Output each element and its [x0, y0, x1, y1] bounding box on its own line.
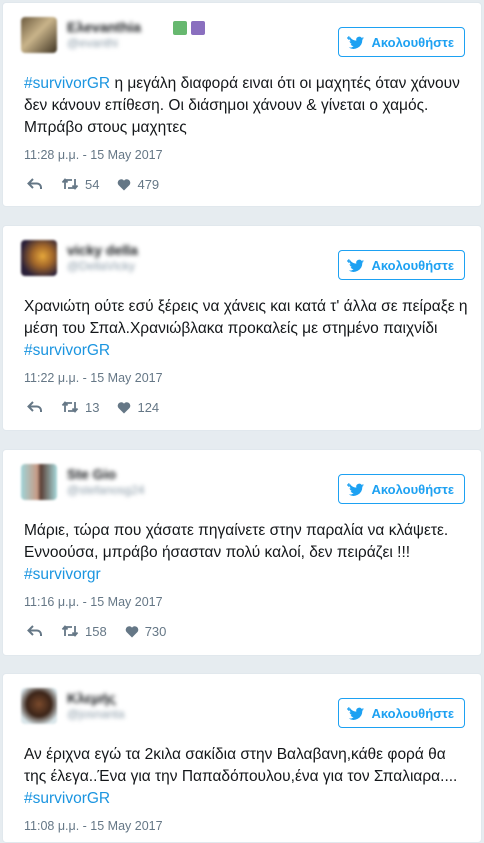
tweet-timestamp[interactable]: 11:28 μ.μ. - 15 May 2017: [24, 148, 163, 162]
retweet-button[interactable]: 54: [61, 177, 99, 192]
tweet-feed: Ελevanthia @evanthi Ακολουθήστε #survivo…: [0, 0, 484, 843]
tweet-actions: 158 730: [27, 622, 184, 640]
retweet-count: 158: [85, 623, 107, 639]
like-button[interactable]: 479: [117, 177, 159, 192]
user-handle[interactable]: @josnanta: [67, 707, 125, 722]
display-name[interactable]: Ste Gio: [67, 466, 145, 483]
tweet-header: Ελevanthia @evanthi Ακολουθήστε: [21, 17, 465, 57]
tweet-card: vicky della @DellaVicky Ακολουθήστε Χραν…: [2, 225, 482, 431]
user-handle[interactable]: @evanthi: [67, 36, 141, 51]
author[interactable]: vicky della @DellaVicky: [67, 242, 138, 274]
retweet-icon: [61, 625, 79, 637]
reply-icon: [27, 178, 42, 189]
follow-button[interactable]: Ακολουθήστε: [338, 27, 465, 57]
follow-label: Ακολουθήστε: [371, 257, 454, 273]
bird-plus-icon: [347, 482, 365, 496]
author[interactable]: Κλεμής @josnanta: [67, 690, 125, 722]
avatar[interactable]: [21, 688, 57, 724]
retweet-button[interactable]: 13: [61, 400, 99, 415]
purple-badge-icon: [191, 21, 205, 35]
bird-plus-icon: [347, 706, 365, 720]
follow-button[interactable]: Ακολουθήστε: [338, 698, 465, 728]
green-badge-icon: [173, 21, 187, 35]
reply-button[interactable]: [27, 624, 43, 638]
retweet-count: 54: [85, 176, 100, 192]
follow-label: Ακολουθήστε: [371, 34, 454, 50]
tweet-card: Ελevanthia @evanthi Ακολουθήστε #survivo…: [2, 2, 482, 207]
tweet-text-body: Αν έριχνα εγώ τα 2κιλα σακίδια στην Βαλα…: [24, 746, 458, 785]
reply-icon: [27, 401, 42, 412]
tweet-text-body: Χρανιώτη ούτε εσύ ξέρεις να χάνεις και κ…: [24, 298, 468, 337]
bird-plus-icon: [347, 35, 365, 49]
retweet-icon: [61, 178, 79, 190]
display-name[interactable]: Κλεμής: [67, 690, 125, 707]
tweet-card: Ste Gio @stefanosg24 Ακολουθήστε Μάριε, …: [2, 449, 482, 656]
tweet-header: vicky della @DellaVicky Ακολουθήστε: [21, 240, 465, 280]
retweet-count: 13: [85, 399, 100, 415]
tweet-header: Κλεμής @josnanta Ακολουθήστε: [21, 688, 465, 728]
author[interactable]: Ελevanthia @evanthi: [67, 19, 141, 51]
avatar[interactable]: [21, 240, 57, 276]
bird-plus-icon: [347, 258, 365, 272]
user-handle[interactable]: @DellaVicky: [67, 259, 138, 274]
hashtag-link[interactable]: #survivorGR: [24, 342, 110, 359]
tweet-actions: 13 124: [27, 398, 177, 416]
tweet-text-body: Μάριε, τώρα που χάσατε πηγαίνετε στην πα…: [24, 522, 449, 561]
avatar[interactable]: [21, 464, 57, 500]
display-name[interactable]: vicky della: [67, 242, 138, 259]
reply-button[interactable]: [27, 400, 43, 414]
hashtag-link[interactable]: #survivorGR: [24, 790, 110, 807]
avatar[interactable]: [21, 17, 57, 53]
follow-button[interactable]: Ακολουθήστε: [338, 250, 465, 280]
author[interactable]: Ste Gio @stefanosg24: [67, 466, 145, 498]
tweet-text: Μάριε, τώρα που χάσατε πηγαίνετε στην πα…: [24, 520, 469, 586]
like-count: 730: [144, 623, 167, 639]
display-name[interactable]: Ελevanthia: [67, 19, 141, 36]
tweet-timestamp[interactable]: 11:16 μ.μ. - 15 May 2017: [24, 595, 163, 609]
follow-button[interactable]: Ακολουθήστε: [338, 474, 465, 504]
profile-badges: [173, 21, 209, 40]
tweet-card: Κλεμής @josnanta Ακολουθήστε Αν έριχνα ε…: [2, 673, 482, 843]
like-count: 479: [137, 176, 160, 192]
hashtag-link[interactable]: #survivorgr: [24, 566, 101, 583]
follow-label: Ακολουθήστε: [371, 705, 454, 721]
follow-label: Ακολουθήστε: [371, 481, 454, 497]
tweet-text: Χρανιώτη ούτε εσύ ξέρεις να χάνεις και κ…: [24, 296, 469, 362]
heart-icon: [118, 178, 131, 190]
like-button[interactable]: 124: [117, 400, 159, 415]
reply-icon: [27, 625, 42, 636]
heart-icon: [118, 401, 131, 413]
like-count: 124: [137, 399, 160, 415]
tweet-text: #survivorGR η μεγάλη διαφορά ειναι ότι ο…: [24, 73, 469, 139]
tweet-header: Ste Gio @stefanosg24 Ακολουθήστε: [21, 464, 465, 504]
reply-button[interactable]: [27, 177, 43, 191]
retweet-button[interactable]: 158: [61, 624, 107, 639]
tweet-timestamp[interactable]: 11:08 μ.μ. - 15 May 2017: [24, 819, 163, 833]
heart-icon: [125, 625, 138, 637]
tweet-text: Αν έριχνα εγώ τα 2κιλα σακίδια στην Βαλα…: [24, 744, 469, 810]
hashtag-link[interactable]: #survivorGR: [24, 75, 110, 92]
user-handle[interactable]: @stefanosg24: [67, 483, 145, 498]
tweet-timestamp[interactable]: 11:22 μ.μ. - 15 May 2017: [24, 371, 163, 385]
tweet-actions: 54 479: [27, 175, 177, 193]
like-button[interactable]: 730: [125, 623, 167, 639]
retweet-icon: [61, 401, 79, 413]
